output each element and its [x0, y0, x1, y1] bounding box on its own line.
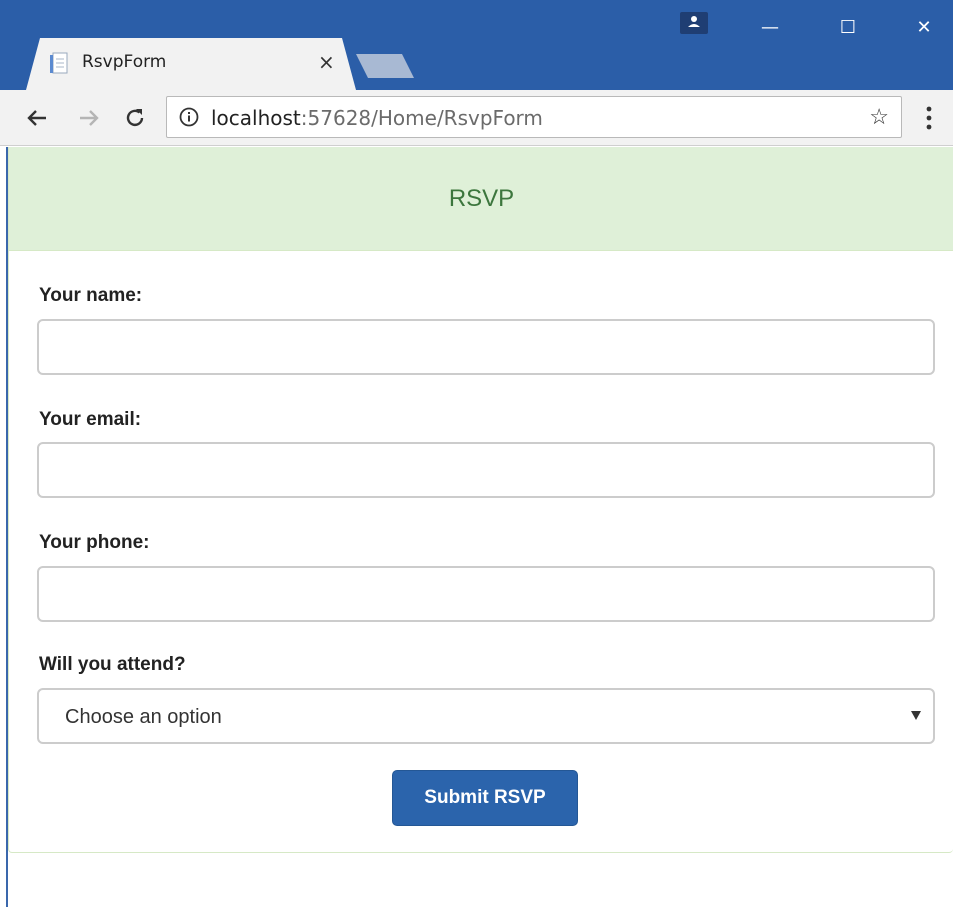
page-content: RSVP Your name: Your email: Your phone: … [0, 147, 953, 907]
attend-label: Will you attend? [39, 654, 186, 675]
submit-rsvp-button[interactable]: Submit RSVP [392, 770, 578, 826]
panel-heading: RSVP [9, 147, 953, 251]
forward-button[interactable] [72, 100, 106, 136]
forward-arrow-icon [80, 110, 99, 126]
chevron-down-icon [911, 711, 921, 720]
name-label: Your name: [39, 285, 143, 306]
back-button[interactable] [20, 100, 54, 136]
maximize-button[interactable]: ☐ [818, 8, 878, 48]
page-title: RSVP [448, 185, 515, 212]
attend-selected-value: Choose an option [65, 706, 222, 728]
address-bar[interactable]: localhost:57628/Home/RsvpForm ☆ [166, 96, 902, 138]
info-icon[interactable] [179, 107, 199, 127]
back-arrow-icon [27, 110, 46, 126]
name-input[interactable] [37, 319, 935, 375]
url-path: :57628/Home/RsvpForm [300, 106, 543, 130]
profile-icon [688, 16, 700, 27]
url-text: localhost:57628/Home/RsvpForm [211, 106, 543, 130]
phone-label: Your phone: [39, 532, 150, 553]
email-input[interactable] [37, 442, 935, 498]
reload-button[interactable] [118, 100, 152, 136]
profile-button[interactable] [680, 12, 708, 34]
minimize-button[interactable]: — [740, 8, 800, 48]
browser-toolbar: localhost:57628/Home/RsvpForm ☆ [0, 90, 953, 146]
page-icon [50, 52, 68, 74]
new-tab-button[interactable] [356, 54, 414, 78]
rsvp-panel: RSVP Your name: Your email: Your phone: … [8, 147, 953, 853]
close-tab-icon[interactable]: × [318, 50, 335, 74]
tab-title: RsvpForm [82, 52, 167, 72]
reload-icon [126, 109, 144, 127]
star-icon[interactable]: ☆ [869, 105, 889, 129]
browser-title-bar: RsvpForm × — ☐ ✕ [0, 0, 953, 90]
close-window-button[interactable]: ✕ [894, 8, 953, 48]
email-label: Your email: [39, 409, 142, 430]
phone-input[interactable] [37, 566, 935, 622]
url-host: localhost [211, 106, 301, 130]
kebab-menu-icon[interactable] [922, 104, 936, 132]
tab-rsvpform[interactable]: RsvpForm × [26, 38, 356, 90]
attend-select[interactable]: Choose an option [37, 688, 935, 744]
